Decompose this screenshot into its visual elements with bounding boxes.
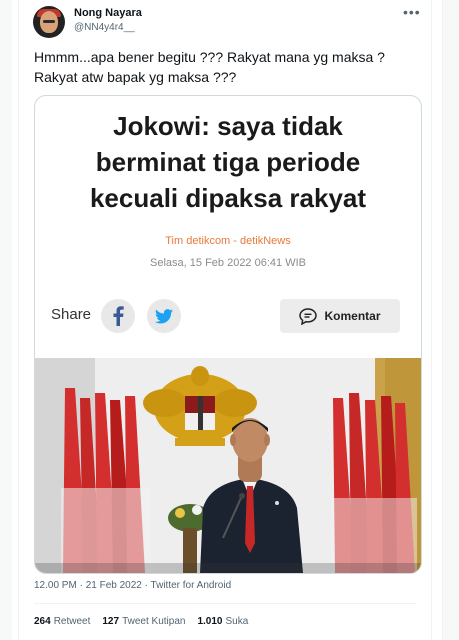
- card-headline: Jokowi: saya tidak berminat tiga periode…: [35, 108, 421, 216]
- right-edge-panel: [442, 0, 459, 640]
- divider: [34, 603, 416, 604]
- quote-stat[interactable]: 127 Tweet Kutipan: [102, 616, 185, 627]
- tweet-meta[interactable]: 12.00 PM · 21 Feb 2022 · Twitter for And…: [34, 580, 231, 591]
- article-photo[interactable]: [35, 358, 421, 573]
- avatar[interactable]: [33, 6, 65, 38]
- user-handle[interactable]: @NN4y4r4__: [74, 22, 135, 33]
- more-icon[interactable]: •••: [403, 4, 421, 20]
- left-edge-panel: [0, 0, 12, 640]
- link-card[interactable]: Jokowi: saya tidak berminat tiga periode…: [34, 95, 422, 574]
- headline-line: berminat tiga periode: [95, 147, 361, 177]
- tweet-text: Hmmm...apa bener begitu ??? Rakyat mana …: [34, 49, 385, 85]
- twitter-share-button[interactable]: [147, 299, 181, 333]
- retweet-stat[interactable]: 264 Retweet: [34, 616, 90, 627]
- article-date: Selasa, 15 Feb 2022 06:41 WIB: [150, 257, 306, 269]
- facebook-icon: [113, 306, 124, 326]
- headline-line: kecuali dipaksa rakyat: [89, 183, 367, 213]
- user-name[interactable]: Nong Nayara: [74, 7, 142, 19]
- article-source: Tim detikcom - detikNews: [165, 235, 291, 247]
- twitter-icon: [155, 308, 173, 324]
- share-label: Share: [51, 306, 92, 323]
- tweet-container: Nong Nayara @NN4y4r4__ ••• Hmmm...apa be…: [18, 0, 432, 640]
- facebook-share-button[interactable]: [101, 299, 135, 333]
- comment-icon: [299, 307, 318, 325]
- headline-line: Jokowi: saya tidak: [113, 111, 343, 141]
- like-stat[interactable]: 1.010 Suka: [197, 616, 248, 627]
- tweet-stats: 264 Retweet 127 Tweet Kutipan 1.010 Suka: [34, 616, 248, 627]
- article-photo-image: [35, 358, 421, 573]
- komentar-button[interactable]: Komentar: [280, 299, 400, 333]
- komentar-label: Komentar: [324, 309, 381, 323]
